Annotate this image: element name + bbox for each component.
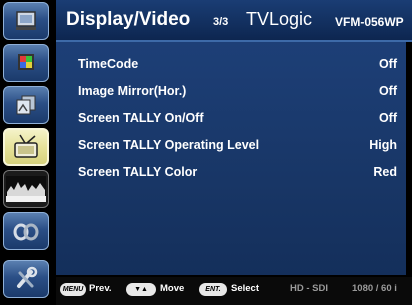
menu-item-value: Off	[378, 111, 397, 125]
enter-key-icon: ENT.	[199, 283, 227, 296]
sidebar-item-waveform[interactable]	[3, 170, 49, 208]
menu-header: Display/Video 3/3 TVLogic VFM-056WP	[56, 0, 412, 42]
help-bar: MENU Prev. ▼▲ Move ENT. Select HD - SDI …	[56, 277, 412, 305]
sidebar-item-tools[interactable]	[3, 260, 49, 298]
menu-item-image-mirror[interactable]: Image Mirror(Hor.) Off	[56, 81, 406, 101]
sidebar-item-video[interactable]	[3, 128, 49, 166]
tools-icon	[17, 266, 38, 288]
tv-antenna-icon	[14, 134, 38, 158]
prev-hint: Prev.	[89, 283, 112, 294]
brand-name: TVLogic	[246, 9, 313, 29]
menu-item-tally-color[interactable]: Screen TALLY Color Red	[56, 162, 406, 182]
menu-item-tally-level[interactable]: Screen TALLY Operating Level High	[56, 135, 406, 155]
menu-item-label: Screen TALLY On/Off	[78, 111, 204, 125]
video-format: 1080 / 60 i	[352, 283, 397, 294]
sidebar-item-display[interactable]	[3, 2, 49, 40]
menu-item-label: Screen TALLY Color	[78, 165, 198, 179]
move-hint: Move	[160, 283, 185, 294]
menu-item-tally-onoff[interactable]: Screen TALLY On/Off Off	[56, 108, 406, 128]
sidebar-item-image[interactable]	[3, 86, 49, 124]
menu-panel: TimeCode Off Image Mirror(Hor.) Off Scre…	[56, 42, 406, 275]
select-hint: Select	[231, 283, 259, 294]
page-indicator: 3/3	[213, 16, 229, 28]
menu-item-label: Image Mirror(Hor.)	[78, 84, 187, 98]
menu-key-icon: MENU	[60, 283, 86, 296]
image-layers-icon	[16, 95, 36, 115]
model-name: VFM-056WP	[335, 15, 404, 29]
menu-item-value: Off	[378, 57, 397, 71]
signal-type: HD - SDI	[290, 283, 328, 294]
sidebar-item-link[interactable]	[3, 212, 49, 250]
menu-item-label: TimeCode	[78, 57, 139, 71]
menu-item-value: High	[369, 138, 397, 152]
waveform-icon	[6, 176, 46, 202]
menu-item-label: Screen TALLY Operating Level	[78, 138, 260, 152]
menu-item-value: Red	[373, 165, 397, 179]
link-icon	[13, 223, 39, 241]
sidebar-item-color[interactable]	[3, 44, 49, 82]
page-title: Display/Video	[66, 9, 191, 30]
color-palette-icon	[18, 54, 34, 70]
updown-key-icon: ▼▲	[126, 283, 156, 296]
sidebar	[0, 0, 56, 305]
menu-item-value: Off	[378, 84, 397, 98]
monitor-icon	[16, 11, 36, 30]
menu-item-timecode[interactable]: TimeCode Off	[56, 54, 406, 74]
